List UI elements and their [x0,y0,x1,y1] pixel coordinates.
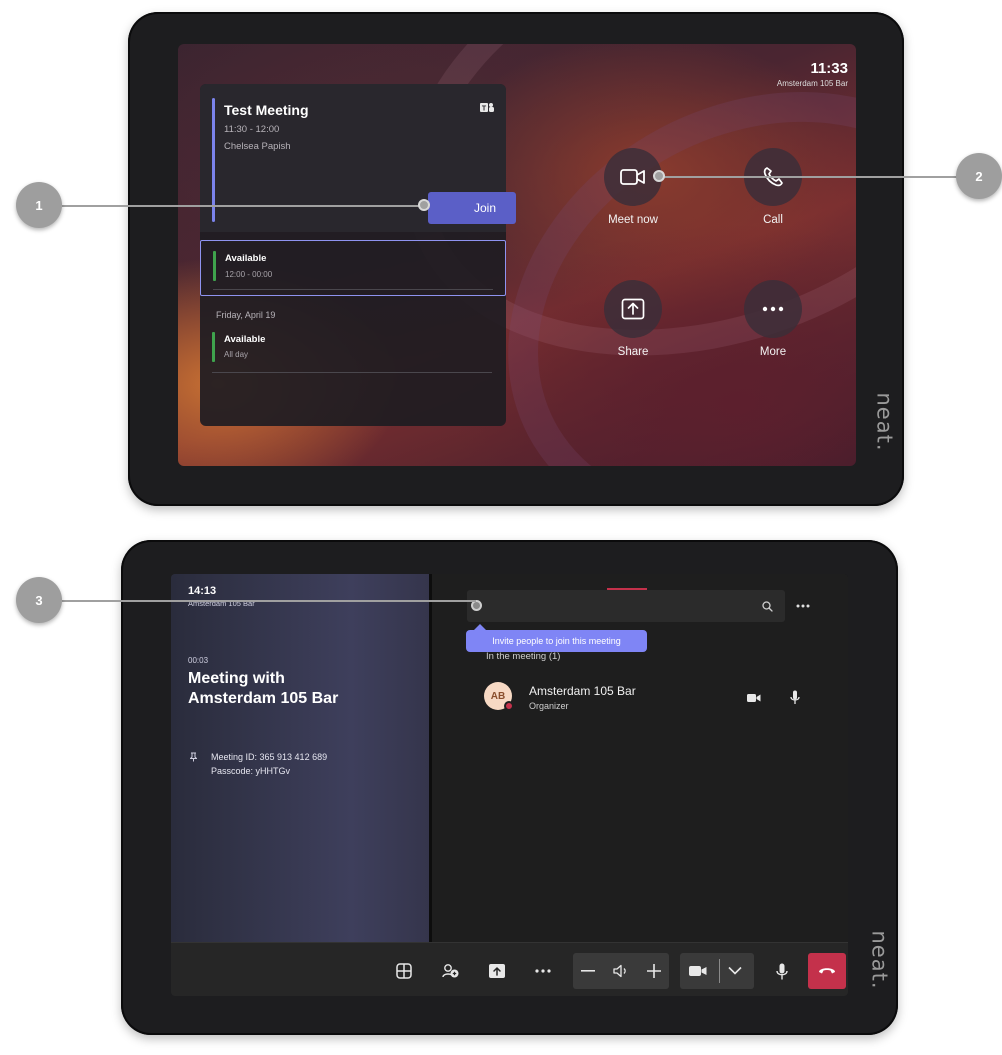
meeting-info-pane: 14:13 Amsterdam 105 Bar 00:03 Meeting wi… [171,574,429,942]
svg-text:T: T [482,106,487,113]
callout-badge-3: 3 [16,577,62,623]
call-button[interactable]: Call [727,148,819,226]
room-name: Amsterdam 105 Bar [776,79,848,88]
share-label: Share [617,346,649,358]
speaker-icon [613,964,626,978]
more-button[interactable]: More [727,280,819,358]
avatar-initials: AB [490,690,506,702]
more-dots-icon [535,969,551,973]
availability-time: All day [224,350,249,359]
callout-badge-1: 1 [16,182,62,228]
meeting-screen: 14:13 Amsterdam 105 Bar 00:03 Meeting wi… [171,574,848,996]
brand-logo: neat. [872,392,897,452]
meeting-title: Meeting with [188,670,285,687]
invite-tooltip: Invite people to join this meeting [466,624,647,652]
participant-name: Amsterdam 105 Bar [529,684,636,698]
day-header: Friday, April 19 [216,310,276,320]
callout-target-dot [653,170,665,182]
invite-search-input[interactable] [467,590,785,622]
more-label: More [759,346,787,358]
availability-slot[interactable]: Available All day [200,328,506,378]
availability-label: Available [225,253,267,264]
callout-leader-line [62,205,424,207]
hang-up-icon [819,968,835,974]
teams-icon: T [480,103,494,113]
divider [212,372,492,373]
callout-badge-2: 2 [956,153,1002,199]
available-bar [213,251,216,281]
in-meeting-header: In the meeting (1) [486,651,561,662]
microphone-icon [790,690,800,704]
people-icon [442,964,459,978]
meeting-title: Test Meeting [224,102,309,118]
passcode: Passcode: yHHTGv [211,766,291,776]
search-icon[interactable] [762,601,773,612]
video-camera-icon[interactable] [689,965,707,977]
participant-row[interactable]: AB Amsterdam 105 Bar Organizer [484,678,824,718]
elapsed-time: 00:03 [188,656,209,665]
presence-busy-icon [504,701,514,711]
share-button[interactable]: Share [587,280,679,358]
meeting-card[interactable]: Test Meeting 11:30 - 12:00 Chelsea Papis… [200,84,516,232]
share-screen-icon [489,964,505,978]
hang-up-button[interactable] [808,953,846,989]
layout-grid-button[interactable] [390,957,418,985]
microphone-icon [776,963,788,979]
meeting-title: Amsterdam 105 Bar [188,690,339,707]
availability-time: 12:00 - 00:00 [225,270,273,279]
clock: 11:33 Amsterdam 105 Bar [777,60,848,88]
participants-button[interactable] [437,957,465,985]
video-camera-icon [747,694,761,702]
availability-label: Available [224,334,266,345]
meeting-accent-bar [212,98,215,222]
chevron-down-icon[interactable] [728,966,742,975]
meeting-time: 11:30 - 12:00 [224,124,280,135]
join-button[interactable]: Join [428,192,516,224]
meet-now-button[interactable]: Meet now [587,148,679,226]
mute-button[interactable] [768,957,796,985]
agenda-panel: Test Meeting 11:30 - 12:00 Chelsea Papis… [200,84,516,426]
home-screen: 11:33 Amsterdam 105 Bar Test Meeting 11:… [178,44,856,466]
pin-icon [190,752,197,762]
callout-leader-line [660,176,962,178]
clock-time: 14:13 [188,585,217,597]
volume-control [573,953,669,989]
meeting-organizer: Chelsea Papish [224,141,291,152]
participants-pane: Invite people to join this meeting In th… [432,574,848,942]
avatar: AB [484,682,514,711]
meet-now-label: Meet now [608,214,658,226]
more-dots-icon[interactable] [796,604,810,608]
camera-control [680,953,754,989]
volume-up-icon[interactable] [647,964,661,978]
brand-logo: neat. [867,930,892,990]
available-bar [212,332,215,362]
divider [213,289,493,290]
more-button[interactable] [529,957,557,985]
grid-icon [396,963,412,979]
call-label: Call [763,214,783,226]
meeting-toolbar [171,942,848,996]
volume-down-icon[interactable] [581,970,595,972]
more-dots-icon [744,280,802,338]
clock-time: 11:33 [810,60,848,77]
callout-target-dot [418,199,430,211]
separator [719,959,720,983]
meeting-id: Meeting ID: 365 913 412 689 [211,752,328,762]
callout-leader-line [62,600,476,602]
participant-role: Organizer [529,701,569,711]
share-screen-icon [604,280,662,338]
availability-slot[interactable]: Available 12:00 - 00:00 [200,240,506,296]
share-button[interactable] [483,957,511,985]
